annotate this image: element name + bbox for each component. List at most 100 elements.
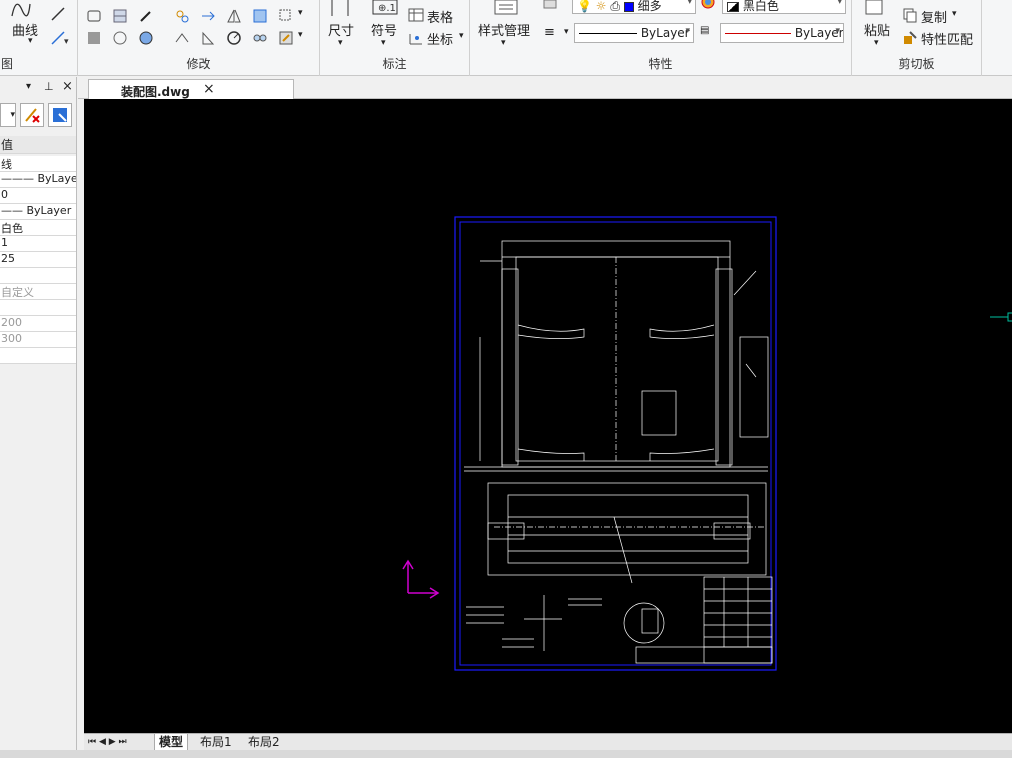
tab-model[interactable]: 模型 bbox=[154, 734, 189, 751]
symbol-icon[interactable]: ⊕.1 bbox=[372, 0, 398, 16]
table-button[interactable]: 表格 bbox=[427, 7, 453, 26]
drawing-canvas[interactable] bbox=[84, 99, 1012, 733]
linetype-dropdown-arrow-icon: ▾ bbox=[685, 26, 690, 36]
assembly-drawing bbox=[464, 240, 773, 664]
palette-row[interactable] bbox=[0, 348, 76, 364]
array-icon[interactable] bbox=[252, 30, 268, 46]
trim-icon[interactable] bbox=[200, 30, 216, 46]
draw-group: 曲线 ▾ ▾ 图 bbox=[0, 0, 78, 76]
lineweight-dropdown[interactable]: ByLayer ▾ bbox=[720, 23, 844, 43]
symbol-button[interactable]: 符号 bbox=[371, 20, 397, 39]
modify-group: ▾ ▾ 修改 bbox=[78, 0, 320, 76]
paste-dropdown-icon[interactable]: ▾ bbox=[874, 38, 879, 48]
move-icon[interactable] bbox=[174, 8, 190, 24]
line-style-dropdown-icon[interactable]: ▾ bbox=[564, 27, 569, 37]
svg-text:▾: ▾ bbox=[64, 37, 69, 46]
tab-layout2[interactable]: 布局2 bbox=[244, 734, 284, 751]
tab-assembly-drawing[interactable]: 装配图.dwg × bbox=[88, 79, 294, 100]
style-manager-icon[interactable] bbox=[492, 0, 520, 16]
coordinate-button[interactable]: 坐标 bbox=[427, 29, 453, 48]
region-icon[interactable] bbox=[112, 30, 128, 46]
layer-state-icon[interactable] bbox=[542, 0, 558, 12]
fillet-icon[interactable] bbox=[226, 30, 242, 46]
hatch-icon[interactable] bbox=[86, 30, 102, 46]
copy-dropdown-icon[interactable]: ▾ bbox=[952, 9, 957, 19]
select-objects-icon[interactable] bbox=[48, 103, 72, 127]
curve-dropdown-icon[interactable]: ▾ bbox=[28, 36, 33, 46]
match-properties-button[interactable]: 特性匹配 bbox=[921, 29, 973, 48]
style-manager-button[interactable]: 样式管理 bbox=[478, 20, 530, 39]
palette-row[interactable]: 白色 bbox=[0, 220, 76, 236]
symbol-dropdown-icon[interactable]: ▾ bbox=[381, 38, 386, 48]
lineweight-icon[interactable]: ▤ bbox=[700, 25, 709, 36]
curve-button[interactable]: 曲线 bbox=[12, 20, 38, 39]
dimension-icon[interactable] bbox=[328, 0, 352, 18]
palette-pin-icon[interactable]: ⊥ bbox=[44, 80, 54, 93]
dimension-button[interactable]: 尺寸 bbox=[328, 20, 354, 39]
match-properties-icon[interactable] bbox=[902, 30, 918, 46]
wipeout-icon[interactable] bbox=[138, 30, 154, 46]
palette-row[interactable]: 1 bbox=[0, 236, 76, 252]
palette-row[interactable]: ——— ByLayer bbox=[0, 172, 76, 188]
object-type-select[interactable]: ▾ bbox=[0, 103, 16, 127]
table-icon[interactable] bbox=[408, 7, 424, 23]
modify-more-dropdown-icon[interactable]: ▾ bbox=[298, 8, 303, 18]
palette-row[interactable]: 线 bbox=[0, 156, 76, 172]
tab-close-icon[interactable]: × bbox=[203, 81, 215, 97]
coordinate-icon[interactable] bbox=[408, 30, 424, 46]
layer-dropdown[interactable]: 💡 ☼ ⎙ 细多 ▾ bbox=[572, 0, 696, 14]
sheet-outer-border bbox=[454, 216, 777, 671]
layout-nav-buttons[interactable]: ⏮ ◀ ▶ ⏭ bbox=[84, 734, 131, 751]
palette-row[interactable] bbox=[0, 300, 76, 316]
palette-row[interactable]: 25 bbox=[0, 252, 76, 268]
quick-select-icon[interactable] bbox=[20, 103, 44, 127]
bulb-icon: 💡 bbox=[577, 0, 592, 13]
paste-button[interactable]: 粘贴 bbox=[864, 20, 890, 39]
line-icon[interactable] bbox=[50, 6, 66, 25]
line-style-icon[interactable]: ≡ bbox=[544, 25, 555, 40]
color-value: 黑白色 bbox=[742, 0, 779, 13]
palette-row[interactable]: 0 bbox=[0, 188, 76, 204]
construction-line-icon[interactable]: ▾ bbox=[50, 30, 70, 49]
document-tabbar: 装配图.dwg × bbox=[78, 77, 1012, 100]
explode-icon[interactable] bbox=[278, 30, 294, 46]
palette-row[interactable]: —— ByLayer bbox=[0, 204, 76, 220]
color-wheel-icon[interactable] bbox=[700, 0, 716, 10]
rotate-icon[interactable] bbox=[200, 8, 216, 24]
dimension-dropdown-icon[interactable]: ▾ bbox=[338, 38, 343, 48]
curve-icon[interactable] bbox=[10, 0, 32, 18]
palette-row[interactable]: 300 bbox=[0, 332, 76, 348]
copy-button[interactable]: 复制 bbox=[921, 7, 947, 26]
paste-icon[interactable] bbox=[864, 0, 886, 16]
pick-icon[interactable] bbox=[138, 8, 154, 24]
linetype-dropdown[interactable]: ByLayer ▾ bbox=[574, 23, 694, 43]
tab-layout1[interactable]: 布局1 bbox=[196, 734, 236, 751]
draw-group-label: 图 bbox=[1, 57, 14, 71]
palette-close-icon[interactable]: × bbox=[62, 79, 73, 94]
lineweight-dropdown-arrow-icon: ▾ bbox=[835, 26, 840, 36]
table-grid-icon[interactable] bbox=[112, 8, 128, 24]
tab-title: 装配图.dwg bbox=[121, 85, 190, 99]
color-dropdown[interactable]: 黑白色 ▾ bbox=[722, 0, 846, 14]
coordinate-dropdown-icon[interactable]: ▾ bbox=[459, 31, 464, 41]
style-manager-dropdown-icon[interactable]: ▾ bbox=[501, 38, 506, 48]
lineweight-sample bbox=[725, 33, 791, 34]
stretch-icon[interactable] bbox=[174, 30, 190, 46]
mirror-icon[interactable] bbox=[226, 8, 242, 24]
palette-menu-icon[interactable]: ▾ bbox=[26, 81, 31, 92]
copy-icon[interactable] bbox=[902, 7, 918, 23]
palette-row[interactable]: 自定义 bbox=[0, 284, 76, 300]
ribbon: 曲线 ▾ ▾ 图 ▾ ▾ 修改 尺寸 ▾ ⊕.1 符号 ▾ 表格 坐标 ▾ 标注… bbox=[0, 0, 1012, 76]
sun-icon: ☼ bbox=[595, 0, 607, 13]
properties-palette: ▾ ⊥ × ▾ 值 线 ——— ByLayer 0 —— ByLayer 白色 1 25 自定… bbox=[0, 77, 77, 750]
linetype-sample bbox=[579, 33, 637, 34]
palette-row[interactable] bbox=[0, 268, 76, 284]
lineweight-value: 细多 bbox=[637, 0, 662, 13]
rectangle-icon[interactable] bbox=[86, 8, 102, 24]
offset-icon[interactable] bbox=[278, 8, 294, 24]
annotation-group-label: 标注 bbox=[382, 57, 407, 71]
scale-icon[interactable] bbox=[252, 8, 268, 24]
palette-row[interactable]: 200 bbox=[0, 316, 76, 332]
svg-text:⊕.1: ⊕.1 bbox=[378, 3, 396, 14]
modify-more2-dropdown-icon[interactable]: ▾ bbox=[298, 30, 303, 40]
